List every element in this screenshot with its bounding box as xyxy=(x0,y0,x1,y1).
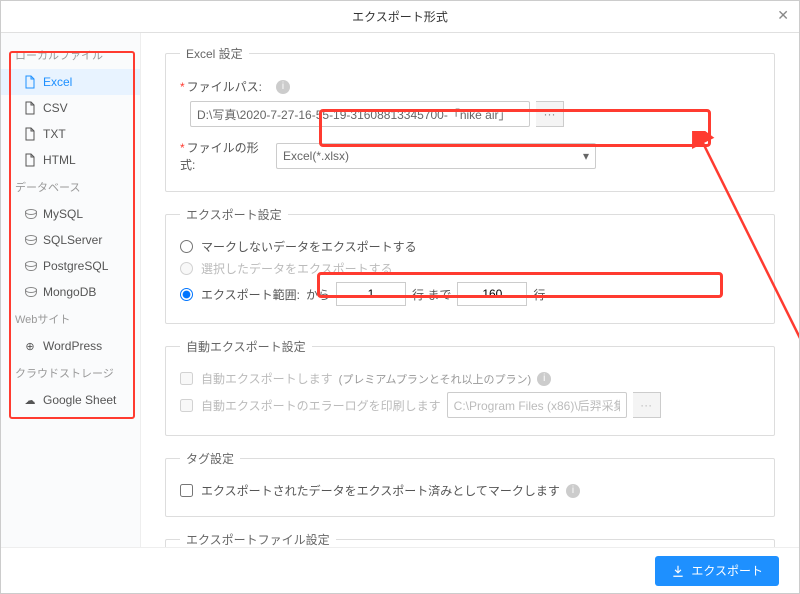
tag-legend: タグ設定 xyxy=(180,450,240,467)
sidebar-item-label: CSV xyxy=(43,101,68,115)
excel-settings: Excel 設定 *ファイルパス: i ··· *ファイルの形式: Excel(… xyxy=(165,45,775,192)
check-auto-errorlog xyxy=(180,399,193,412)
page-icon xyxy=(23,127,37,141)
sidebar-item-label: HTML xyxy=(43,153,76,167)
sidebar-item-sqlserver[interactable]: SQLServer xyxy=(1,227,140,253)
sidebar-item-label: WordPress xyxy=(43,339,102,353)
sidebar-group-title: データベース xyxy=(1,173,140,201)
page-icon xyxy=(23,153,37,167)
titlebar: エクスポート形式 ✕ xyxy=(1,1,799,33)
sidebar-item-label: SQLServer xyxy=(43,233,102,247)
sidebar: ローカルファイル Excel CSV TXT HTML データベース MySQL SQLSer… xyxy=(1,33,141,547)
page-icon xyxy=(23,101,37,115)
tag-settings: タグ設定 エクスポートされたデータをエクスポート済みとしてマークします i xyxy=(165,450,775,517)
range-to-input[interactable] xyxy=(457,282,527,306)
file-legend: エクスポートファイル設定 xyxy=(180,531,336,547)
range-from-input[interactable] xyxy=(336,282,406,306)
sidebar-item-txt[interactable]: TXT xyxy=(1,121,140,147)
db-icon xyxy=(23,285,37,299)
sidebar-group-title: ローカルファイル xyxy=(1,41,140,69)
browse-button[interactable]: ··· xyxy=(536,101,564,127)
sidebar-item-excel[interactable]: Excel xyxy=(1,69,140,95)
sidebar-item-label: PostgreSQL xyxy=(43,259,108,273)
sidebar-item-label: Excel xyxy=(43,75,72,89)
sidebar-group-title: クラウドストレージ xyxy=(1,359,140,387)
sidebar-item-wordpress[interactable]: ⊕ WordPress xyxy=(1,333,140,359)
db-icon xyxy=(23,233,37,247)
sidebar-item-google sheet[interactable]: ☁ Google Sheet xyxy=(1,387,140,413)
exportfile-settings: エクスポートファイル設定 ファイルをエクスポートするときに、ファイル名が同じ場合… xyxy=(165,531,775,547)
errorlog-browse-button: ··· xyxy=(633,392,661,418)
sidebar-item-csv[interactable]: CSV xyxy=(1,95,140,121)
radio-unmarked[interactable] xyxy=(180,240,193,253)
fileformat-label: *ファイルの形式: xyxy=(180,139,270,173)
fileformat-select[interactable]: Excel(*.xlsx) ▾ xyxy=(276,143,596,169)
auto-export-settings: 自動エクスポート設定 自動エクスポートします (プレミアムプランとそれ以上のプラ… xyxy=(165,338,775,436)
cloud-icon: ☁ xyxy=(23,393,37,407)
footer: エクスポート xyxy=(1,547,799,593)
sidebar-item-postgresql[interactable]: PostgreSQL xyxy=(1,253,140,279)
modal-title: エクスポート形式 xyxy=(352,8,448,25)
errorlog-path-input xyxy=(447,392,627,418)
close-icon[interactable]: ✕ xyxy=(777,7,789,24)
wp-icon: ⊕ xyxy=(23,339,37,353)
chevron-down-icon: ▾ xyxy=(583,149,589,163)
filepath-input[interactable] xyxy=(190,101,530,127)
export-legend: エクスポート設定 xyxy=(180,206,288,223)
filepath-label: *ファイルパス: xyxy=(180,78,270,95)
sidebar-item-label: MongoDB xyxy=(43,285,96,299)
info-icon[interactable]: i xyxy=(276,80,290,94)
export-icon xyxy=(671,564,685,578)
radio-range[interactable] xyxy=(180,288,193,301)
db-icon xyxy=(23,259,37,273)
sidebar-item-html[interactable]: HTML xyxy=(1,147,140,173)
export-settings: エクスポート設定 マークしないデータをエクスポートする 選択したデータをエクスポ… xyxy=(165,206,775,324)
export-button[interactable]: エクスポート xyxy=(655,556,779,586)
info-icon[interactable]: i xyxy=(566,484,580,498)
sidebar-item-label: TXT xyxy=(43,127,66,141)
check-auto-export xyxy=(180,372,193,385)
main-panel: Excel 設定 *ファイルパス: i ··· *ファイルの形式: Excel(… xyxy=(141,33,799,547)
page-icon xyxy=(23,75,37,89)
radio-selected xyxy=(180,262,193,275)
info-icon[interactable]: i xyxy=(537,372,551,386)
sidebar-group-title: Webサイト xyxy=(1,305,140,333)
sidebar-item-label: MySQL xyxy=(43,207,83,221)
sidebar-item-mongodb[interactable]: MongoDB xyxy=(1,279,140,305)
db-icon xyxy=(23,207,37,221)
sidebar-item-label: Google Sheet xyxy=(43,393,116,407)
sidebar-item-mysql[interactable]: MySQL xyxy=(1,201,140,227)
check-mark-exported[interactable] xyxy=(180,484,193,497)
auto-legend: 自動エクスポート設定 xyxy=(180,338,312,355)
excel-legend: Excel 設定 xyxy=(180,45,249,62)
